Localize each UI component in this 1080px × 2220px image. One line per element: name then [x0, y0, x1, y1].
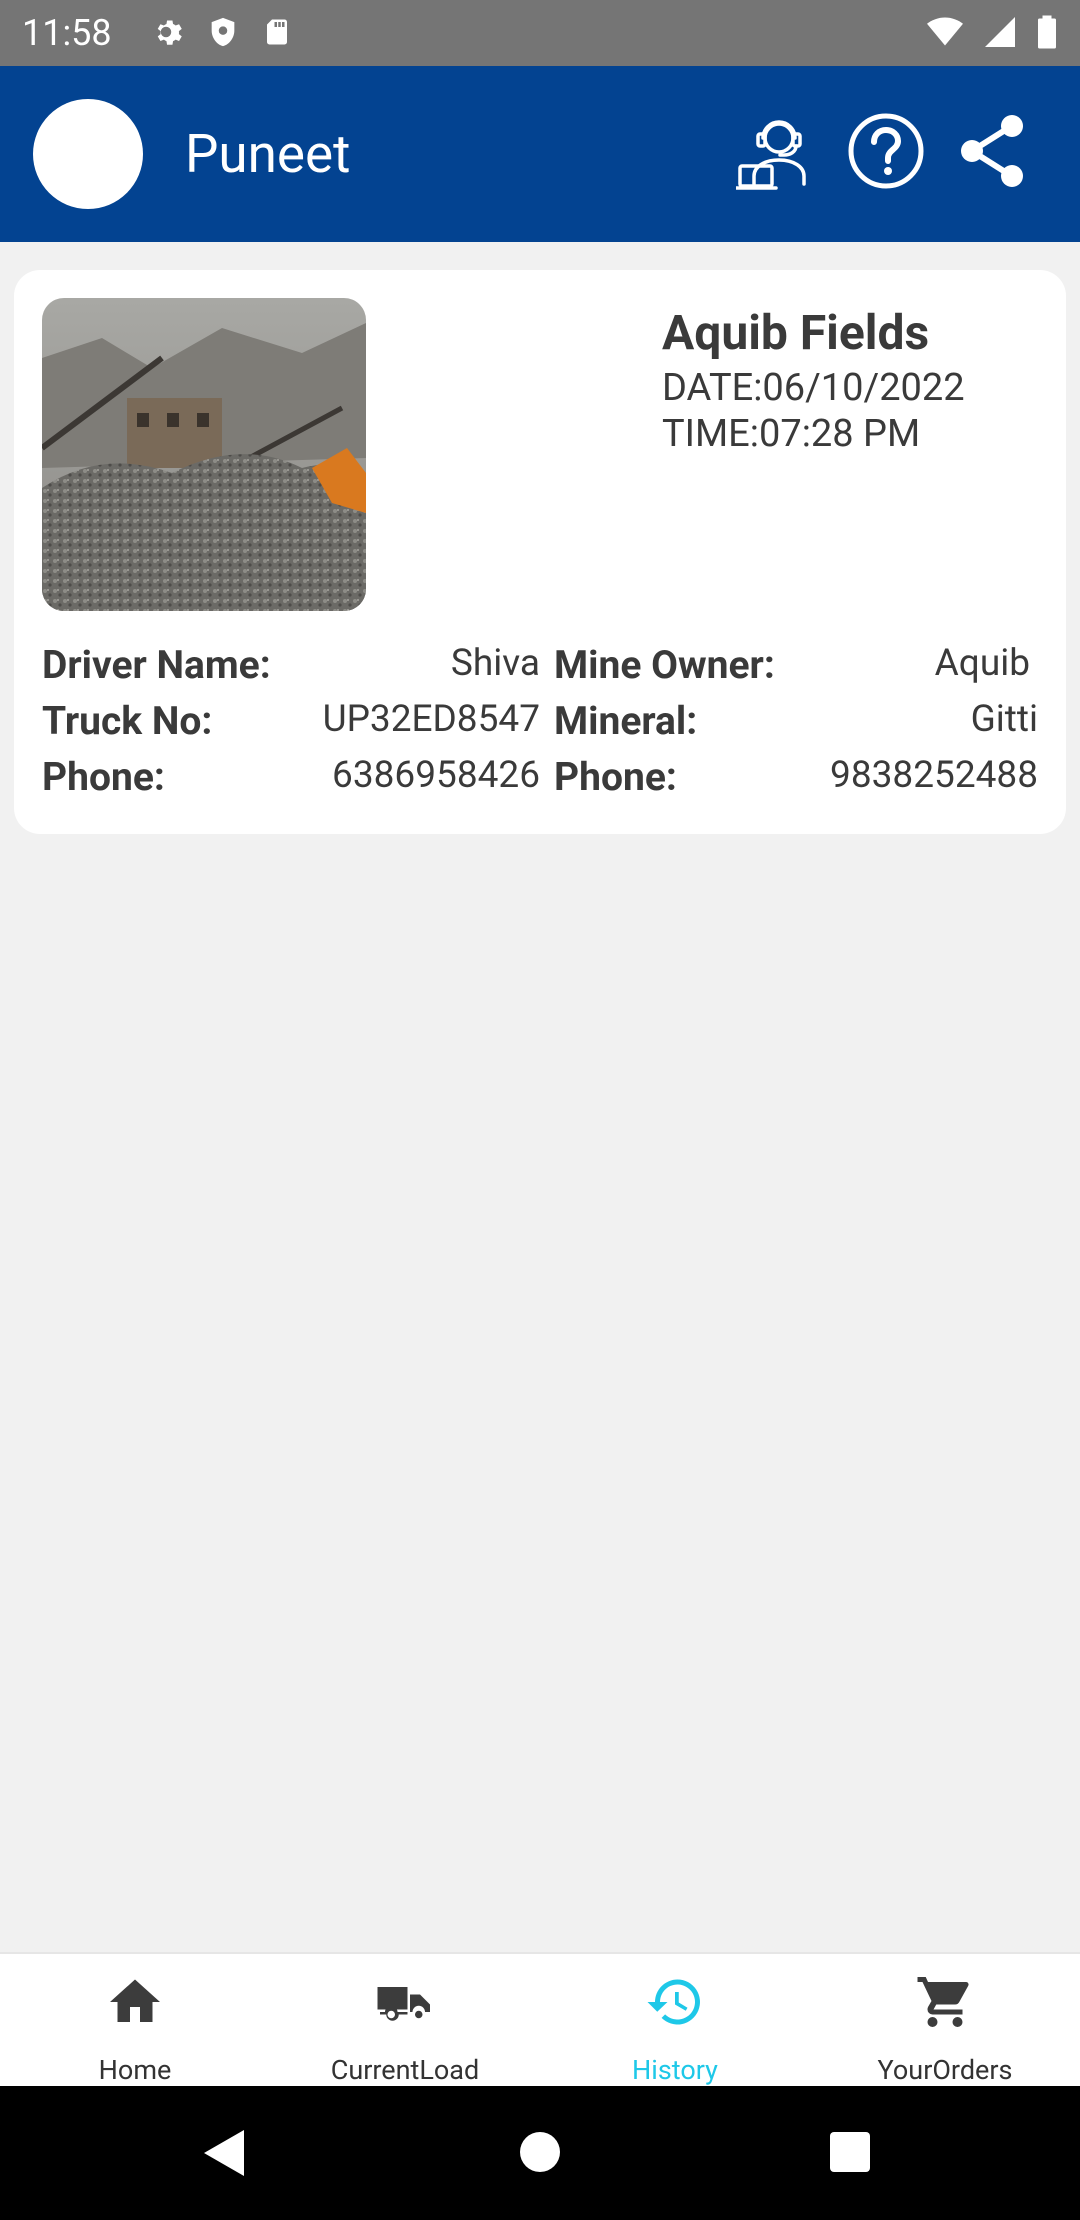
battery-icon — [1038, 15, 1056, 49]
bottom-navigation: Home CurrentLoad History YourOrders — [0, 1952, 1080, 2088]
history-icon — [647, 1979, 700, 2025]
cart-icon — [917, 1977, 969, 2027]
nav-current-load[interactable]: CurrentLoad — [270, 1954, 540, 2088]
nav-history[interactable]: History — [540, 1954, 810, 2088]
mineral-label: Mineral: — [554, 698, 698, 744]
nav-home-label: Home — [98, 2054, 172, 2086]
truck-no-value: UP32ED8547 — [322, 698, 540, 741]
status-left-icons — [148, 14, 292, 50]
owner-phone-value: 9838252488 — [830, 754, 1038, 797]
owner-phone-label: Phone: — [554, 754, 677, 800]
user-name: Puneet — [185, 123, 351, 185]
truck-icon — [377, 1987, 430, 2021]
recents-icon[interactable] — [828, 2130, 872, 2174]
driver-phone-label: Phone: — [42, 754, 165, 800]
sd-card-icon — [267, 19, 287, 45]
signal-icon — [985, 17, 1015, 47]
history-card[interactable]: Aquib Fields DATE:06/10/2022 TIME:07:28 … — [14, 270, 1066, 834]
nav-home[interactable]: Home — [0, 1954, 270, 2088]
status-bar: 11:58 — [0, 0, 1080, 66]
nav-your-orders[interactable]: YourOrders — [810, 1954, 1080, 2088]
driver-phone-value: 6386958426 — [332, 754, 540, 797]
back-icon[interactable] — [200, 2126, 250, 2180]
mine-photo — [42, 298, 366, 611]
truck-no-label: Truck No: — [42, 698, 213, 744]
status-time: 11:58 — [22, 12, 112, 54]
home-nav-icon[interactable] — [518, 2130, 562, 2174]
mine-owner-label: Mine Owner: — [554, 642, 775, 688]
wifi-icon — [927, 17, 963, 46]
home-icon — [110, 1979, 160, 2022]
mine-owner-value: Aquib — [934, 642, 1030, 685]
app-bar: Puneet — [0, 66, 1080, 242]
nav-history-label: History — [632, 2054, 718, 2086]
driver-name-label: Driver Name: — [42, 642, 271, 688]
driver-name-value: Shiva — [450, 642, 540, 685]
trip-time: TIME:07:28 PM — [662, 412, 921, 456]
avatar[interactable] — [33, 99, 143, 209]
nav-your-orders-label: YourOrders — [877, 2054, 1013, 2086]
system-navigation-bar — [0, 2086, 1080, 2220]
customer-support-icon[interactable] — [736, 108, 822, 194]
location-title: Aquib Fields — [662, 304, 930, 361]
settings-icon — [157, 20, 182, 45]
nav-current-load-label: CurrentLoad — [330, 2054, 480, 2086]
status-right-icons — [926, 14, 1058, 50]
mineral-value: Gitti — [970, 698, 1038, 741]
help-icon[interactable] — [846, 108, 926, 194]
share-icon[interactable] — [956, 108, 1028, 194]
trip-date: DATE:06/10/2022 — [662, 366, 965, 410]
shield-icon — [211, 17, 235, 47]
